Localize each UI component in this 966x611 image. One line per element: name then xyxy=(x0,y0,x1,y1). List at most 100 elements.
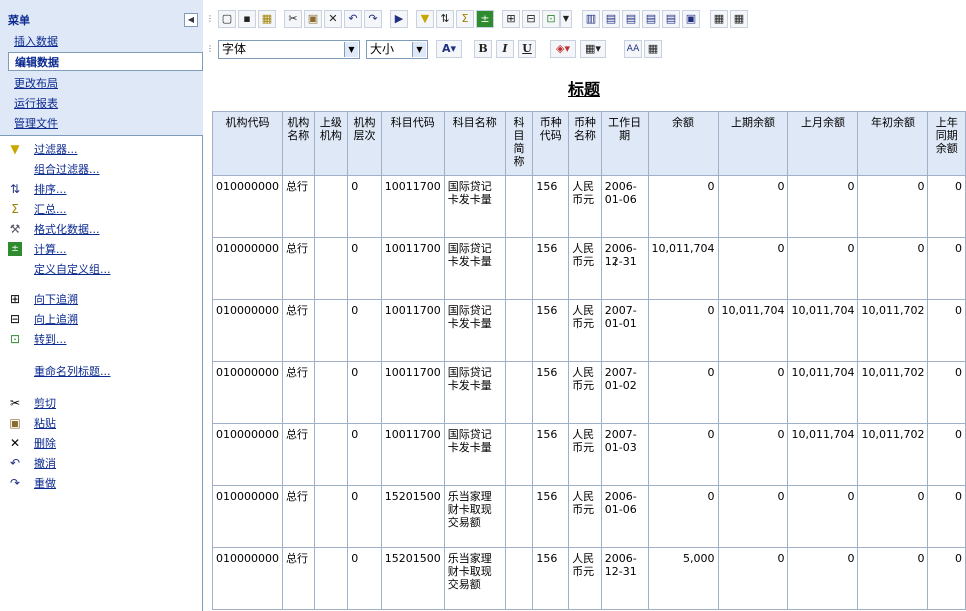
layout-header-icon[interactable]: ▤ xyxy=(622,10,640,28)
table-cell[interactable]: 人民币元 xyxy=(568,547,602,610)
save-icon[interactable]: ▪ xyxy=(238,10,256,28)
table-cell[interactable]: 乐当家理财卡取现交易额 xyxy=(443,547,506,610)
italic-button[interactable]: I xyxy=(496,40,514,58)
layout-footer-icon[interactable]: ▤ xyxy=(642,10,660,28)
table-cell[interactable]: 0 xyxy=(717,547,789,610)
table-cell[interactable]: 2006-12-31 xyxy=(600,237,649,300)
table-cell[interactable]: 0 xyxy=(927,175,966,238)
report-title[interactable]: 标题 xyxy=(568,76,600,100)
action-drill-up[interactable]: 向上追溯 xyxy=(34,312,78,328)
table-cell[interactable]: 156 xyxy=(532,299,570,362)
table-cell[interactable]: 0 xyxy=(347,547,382,610)
chart-icon[interactable]: ▥ xyxy=(582,10,600,28)
table-cell[interactable]: 人民币元 xyxy=(568,299,602,362)
table-cell[interactable]: 10,011,704 xyxy=(787,361,859,424)
cut-toolbar-icon[interactable]: ✂ xyxy=(284,10,302,28)
table-cell[interactable]: 0 xyxy=(927,547,966,610)
table-cell[interactable]: 乐当家理财卡取现交易额 xyxy=(443,485,506,548)
table-cell[interactable]: 10011700 xyxy=(380,175,445,238)
layout-table-icon[interactable]: ▣ xyxy=(682,10,700,28)
action-define-custom-group[interactable]: 定义自定义组... xyxy=(34,262,111,278)
column-header[interactable]: 机构名称 xyxy=(282,111,315,176)
table-cell[interactable]: 国际贷记卡发卡量 xyxy=(443,361,506,424)
table-cell[interactable]: 10011700 xyxy=(380,299,445,362)
save-as-icon[interactable]: ▦ xyxy=(258,10,276,28)
table-cell[interactable]: 10,011,702 xyxy=(857,423,929,486)
table-cell[interactable]: 0 xyxy=(647,361,719,424)
table-cell[interactable]: 总行 xyxy=(282,485,315,548)
column-header[interactable]: 币种名称 xyxy=(568,111,602,176)
table-cell[interactable]: 国际贷记卡发卡量 xyxy=(443,423,506,486)
action-paste[interactable]: 粘贴 xyxy=(34,416,56,432)
table-cell[interactable]: 0 xyxy=(927,423,966,486)
pivot-icon[interactable]: ▦ xyxy=(710,10,728,28)
table-cell[interactable]: 总行 xyxy=(282,299,315,362)
goto-toolbar-icon[interactable]: ⊡ xyxy=(542,10,560,28)
action-undo[interactable]: 撤消 xyxy=(34,456,56,472)
table-cell[interactable]: 10,011,704 xyxy=(787,299,859,362)
table-cell[interactable]: 0 xyxy=(857,547,929,610)
table-cell[interactable] xyxy=(313,175,349,238)
table-cell[interactable]: 0 xyxy=(647,299,719,362)
table-cell[interactable]: 人民币元 xyxy=(568,361,602,424)
table-cell[interactable]: 2006-12-31 xyxy=(600,547,649,610)
table-cell[interactable]: 10011700 xyxy=(380,361,445,424)
table-cell[interactable]: 0 xyxy=(347,423,382,486)
menu-item-edit-data[interactable]: 编辑数据 xyxy=(8,52,203,71)
fill-color-icon[interactable]: ◈▾ xyxy=(550,40,576,58)
calculate-toolbar-icon[interactable]: ± xyxy=(476,10,494,28)
delete-toolbar-icon[interactable]: ✕ xyxy=(324,10,342,28)
action-rename-column-title[interactable]: 重命名列标题... xyxy=(34,364,111,380)
column-header[interactable]: 科目代码 xyxy=(380,111,445,176)
table-cell[interactable]: 0 xyxy=(647,175,719,238)
goto-dropdown-arrow-icon[interactable]: ▼ xyxy=(560,10,572,28)
table-cell[interactable]: 人民币元 xyxy=(568,423,602,486)
table-cell[interactable] xyxy=(504,547,534,610)
table-cell[interactable]: 0 xyxy=(857,485,929,548)
table-cell[interactable]: 0 xyxy=(927,361,966,424)
table-cell[interactable]: 010000000 xyxy=(212,361,283,424)
table-cell[interactable]: 0 xyxy=(857,237,929,300)
column-header[interactable]: 科目简称 xyxy=(504,111,534,176)
table-cell[interactable]: 总行 xyxy=(282,547,315,610)
table-cell[interactable] xyxy=(504,423,534,486)
table-cell[interactable]: 2007-01-02 xyxy=(600,361,649,424)
table-cell[interactable]: 国际贷记卡发卡量 xyxy=(443,175,506,238)
table-cell[interactable]: 10011700 xyxy=(380,237,445,300)
bold-button[interactable]: B xyxy=(474,40,492,58)
table-cell[interactable]: 0 xyxy=(857,175,929,238)
layout-page-icon[interactable]: ▤ xyxy=(662,10,680,28)
table-cell[interactable]: 10011700 xyxy=(380,423,445,486)
table-cell[interactable]: 156 xyxy=(532,237,570,300)
table-cell[interactable] xyxy=(313,361,349,424)
table-cell[interactable]: 10,011,704 xyxy=(787,423,859,486)
table-cell[interactable]: 2007-01-03 xyxy=(600,423,649,486)
table-cell[interactable]: 2006-01-06 xyxy=(600,485,649,548)
column-header[interactable]: 币种代码 xyxy=(532,111,570,176)
column-header[interactable]: 科目名称 xyxy=(443,111,506,176)
collapse-panel-button[interactable]: ◀ xyxy=(184,13,198,27)
drill-down-toolbar-icon[interactable]: ⊞ xyxy=(502,10,520,28)
table-cell[interactable]: 0 xyxy=(347,175,382,238)
column-header[interactable]: 工作日期 xyxy=(600,111,649,176)
action-cut[interactable]: 剪切 xyxy=(34,396,56,412)
table-cell[interactable]: 0 xyxy=(717,423,789,486)
table-cell[interactable]: 15201500 xyxy=(380,485,445,548)
border-style-icon[interactable]: ▦▾ xyxy=(580,40,606,58)
table-cell[interactable] xyxy=(504,237,534,300)
table-cell[interactable]: 0 xyxy=(927,299,966,362)
redo-toolbar-icon[interactable]: ↷ xyxy=(364,10,382,28)
action-format-data[interactable]: 格式化数据... xyxy=(34,222,100,238)
action-drill-down[interactable]: 向下追溯 xyxy=(34,292,78,308)
table-cell[interactable] xyxy=(313,547,349,610)
menu-item-change-layout[interactable]: 更改布局 xyxy=(14,74,58,93)
table-cell[interactable]: 0 xyxy=(787,237,859,300)
table-cell[interactable]: 156 xyxy=(532,175,570,238)
table-cell[interactable]: 010000000 xyxy=(212,299,283,362)
new-icon[interactable]: ▢ xyxy=(218,10,236,28)
menu-item-manage-files[interactable]: 管理文件 xyxy=(14,114,58,133)
table-cell[interactable] xyxy=(313,423,349,486)
menu-item-run-report[interactable]: 运行报表 xyxy=(14,94,58,113)
table-cell[interactable]: 5,000 xyxy=(647,547,719,610)
column-header[interactable]: 年初余额 xyxy=(857,111,929,176)
